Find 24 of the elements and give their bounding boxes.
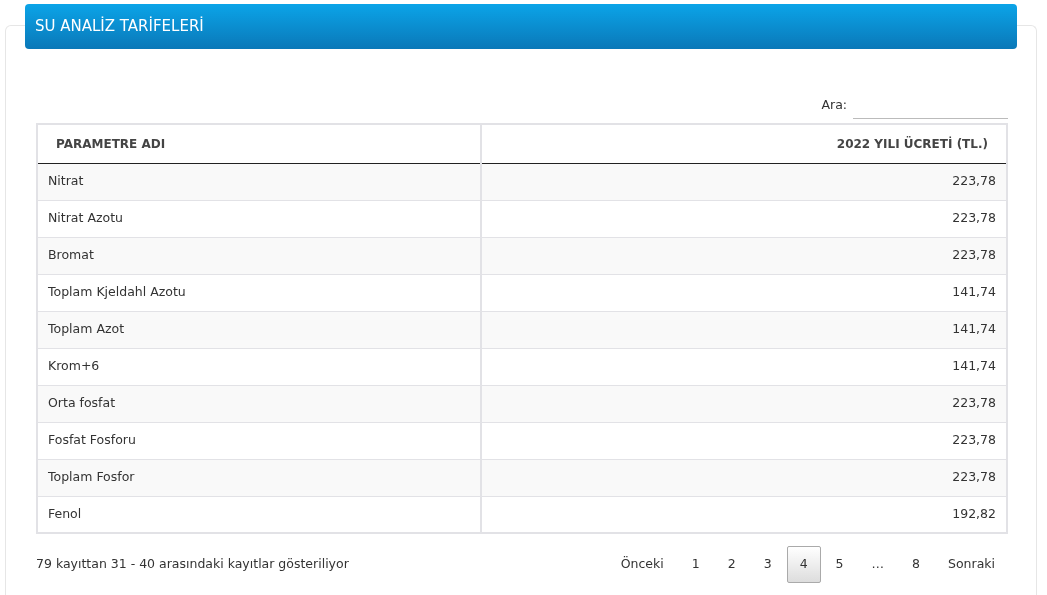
table-cell: 192,82 — [481, 496, 1007, 533]
table-cell: Toplam Fosfor — [37, 459, 482, 496]
panel-title: SU ANALİZ TARİFELERİ — [25, 4, 1017, 49]
table-cell: Toplam Azot — [37, 311, 482, 348]
page-button[interactable]: 2 — [714, 546, 749, 583]
table-cell: Nitrat — [37, 163, 482, 200]
page-button[interactable]: 5 — [822, 546, 857, 583]
table-cell: 223,78 — [481, 237, 1007, 274]
table-cell: 223,78 — [481, 459, 1007, 496]
current-page-button[interactable]: 4 — [786, 546, 821, 583]
page-button[interactable]: 8 — [899, 546, 933, 583]
ellipsis: … — [870, 555, 886, 573]
page-button[interactable]: 3 — [750, 546, 785, 583]
table-cell: Orta fosfat — [37, 385, 482, 422]
page-button[interactable]: Sonraki — [935, 546, 1008, 583]
table-cell: 223,78 — [481, 385, 1007, 422]
table-cell: 223,78 — [481, 163, 1007, 200]
table-cell: 141,74 — [481, 311, 1007, 348]
table-info: 79 kayıttan 31 - 40 arasındaki kayıtlar gösteriliyor — [36, 555, 349, 573]
table-cell: Fenol — [37, 496, 482, 533]
table-cell: Bromat — [37, 237, 482, 274]
page-button[interactable]: 1 — [678, 546, 713, 583]
search-label: Ara: — [821, 95, 847, 114]
page-button[interactable]: Önceki — [607, 546, 677, 583]
